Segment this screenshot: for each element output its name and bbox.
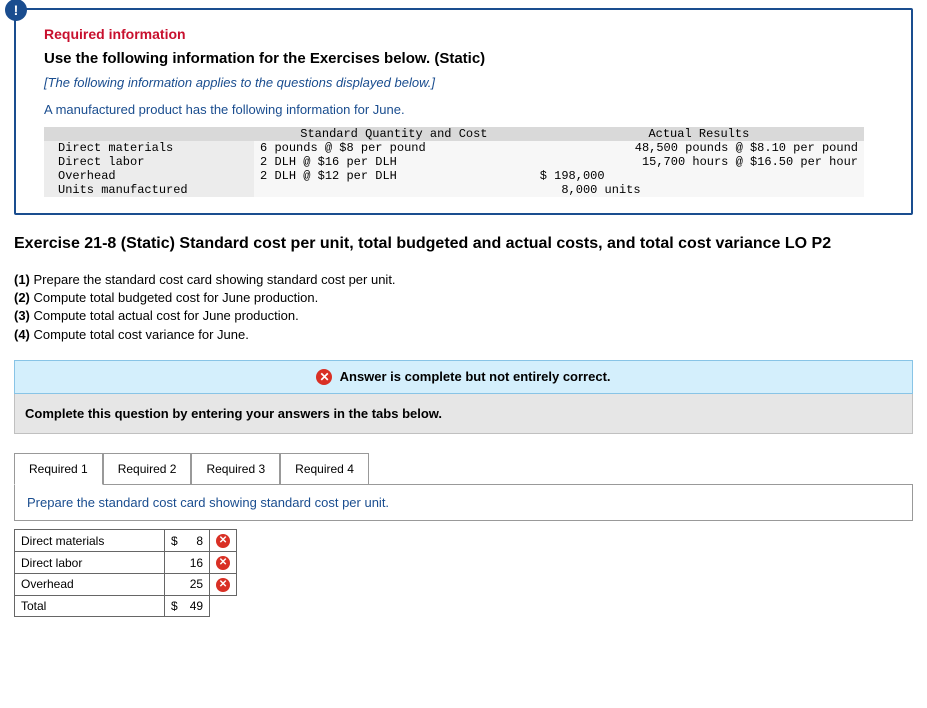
- ans-dl-currency: [165, 552, 184, 574]
- tab-required-1[interactable]: Required 1: [14, 453, 103, 485]
- ans-dm-label[interactable]: Direct materials: [15, 530, 165, 552]
- product-desc: A manufactured product has the following…: [44, 102, 887, 117]
- applies-note: [The following information applies to th…: [44, 75, 887, 90]
- ans-row-oh: Overhead 25 ✕: [15, 573, 237, 595]
- answer-status-text: Answer is complete but not entirely corr…: [340, 369, 611, 384]
- ans-dm-currency: $: [165, 530, 184, 552]
- row-dl-std: 2 DLH @ $16 per DLH: [254, 155, 534, 169]
- row-units-std: [254, 183, 534, 197]
- info-badge-icon: !: [5, 0, 27, 21]
- tab-required-3[interactable]: Required 3: [191, 453, 280, 485]
- required-info-box: ! Required information Use the following…: [14, 8, 913, 215]
- row-oh-label: Overhead: [44, 169, 254, 183]
- ans-oh-currency: [165, 573, 184, 595]
- row-dl-label: Direct labor: [44, 155, 254, 169]
- row-units-label: Units manufactured: [44, 183, 254, 197]
- x-circle-icon: ✕: [316, 369, 332, 385]
- tab-required-2[interactable]: Required 2: [103, 453, 192, 485]
- x-circle-icon: ✕: [216, 556, 230, 570]
- tab-instruction: Prepare the standard cost card showing s…: [14, 485, 913, 521]
- row-oh-std: 2 DLH @ $12 per DLH: [254, 169, 534, 183]
- use-following-heading: Use the following information for the Ex…: [44, 50, 887, 67]
- exercise-steps: (1) Prepare the standard cost card showi…: [14, 271, 913, 344]
- ans-total-mark: [210, 595, 237, 616]
- tab-required-4[interactable]: Required 4: [280, 453, 369, 485]
- row-dm-act: 48,500 pounds @ $8.10 per pound: [534, 141, 864, 155]
- ans-row-dm: Direct materials $ 8 ✕: [15, 530, 237, 552]
- ans-row-dl: Direct labor 16 ✕: [15, 552, 237, 574]
- tab-bar: Required 1 Required 2 Required 3 Require…: [14, 452, 913, 485]
- ans-oh-label[interactable]: Overhead: [15, 573, 165, 595]
- complete-instruction-bar: Complete this question by entering your …: [14, 394, 913, 434]
- standard-actual-table: Standard Quantity and Cost Actual Result…: [44, 127, 864, 197]
- ans-dm-mark: ✕: [210, 530, 237, 552]
- header-standard: Standard Quantity and Cost: [254, 127, 534, 141]
- exercise-title: Exercise 21-8 (Static) Standard cost per…: [14, 235, 913, 253]
- answer-status-bar: ✕ Answer is complete but not entirely co…: [14, 360, 913, 395]
- ans-total-currency: $: [165, 595, 184, 616]
- ans-oh-value[interactable]: 25: [184, 573, 210, 595]
- x-circle-icon: ✕: [216, 534, 230, 548]
- ans-dl-label[interactable]: Direct labor: [15, 552, 165, 574]
- answer-table: Direct materials $ 8 ✕ Direct labor 16 ✕…: [14, 529, 237, 616]
- ans-dm-value[interactable]: 8: [184, 530, 210, 552]
- row-dl-act: 15,700 hours @ $16.50 per hour: [534, 155, 864, 169]
- ans-row-total: Total $ 49: [15, 595, 237, 616]
- row-oh-act: $ 198,000: [534, 169, 864, 183]
- row-dm-label: Direct materials: [44, 141, 254, 155]
- ans-total-value: 49: [184, 595, 210, 616]
- x-circle-icon: ✕: [216, 578, 230, 592]
- required-info-title: Required information: [44, 26, 887, 42]
- header-actual: Actual Results: [534, 127, 864, 141]
- ans-dl-mark: ✕: [210, 552, 237, 574]
- ans-total-label: Total: [15, 595, 165, 616]
- ans-oh-mark: ✕: [210, 573, 237, 595]
- row-units-act: 8,000 units: [534, 183, 864, 197]
- row-dm-std: 6 pounds @ $8 per pound: [254, 141, 534, 155]
- ans-dl-value[interactable]: 16: [184, 552, 210, 574]
